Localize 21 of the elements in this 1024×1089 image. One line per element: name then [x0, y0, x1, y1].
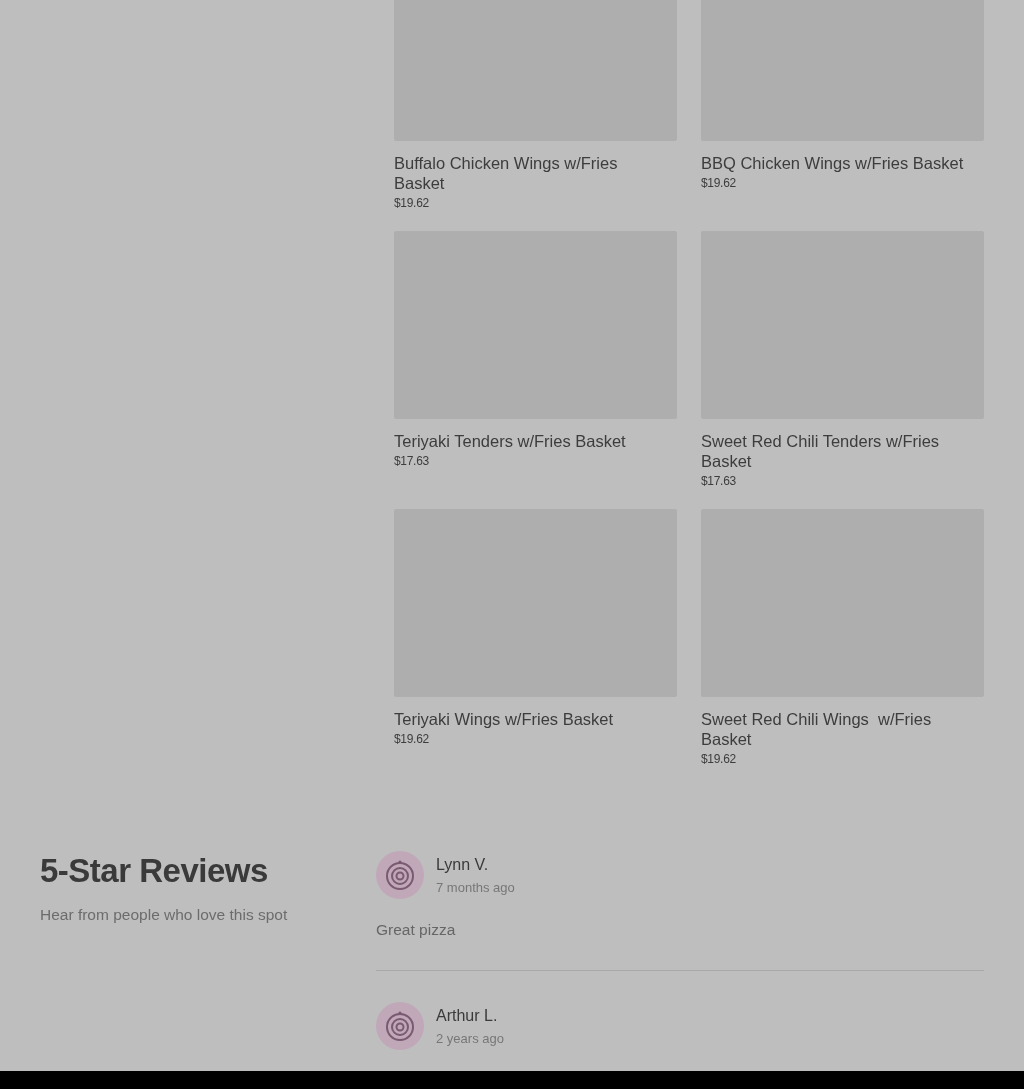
item-name: Sweet Red Chili Tenders w/Fries Basket: [701, 431, 941, 471]
item-name: Teriyaki Tenders w/Fries Basket: [394, 431, 627, 451]
section-title: 5-Star Reviews: [40, 851, 269, 891]
avatar-icon: [376, 1002, 424, 1050]
item-price: $19.62: [701, 752, 737, 766]
item-price: $19.62: [394, 732, 430, 746]
reviewer-name: Arthur L.: [436, 1006, 499, 1025]
reviewer-name: Lynn V.: [436, 855, 490, 874]
section-subtitle: Hear from people who love this spot: [40, 906, 289, 924]
item-name: BBQ Chicken Wings w/Fries Basket: [701, 153, 965, 173]
review-time: 7 months ago: [436, 879, 515, 895]
item-price: $17.63: [701, 474, 737, 488]
item-name: Buffalo Chicken Wings w/Fries Basket: [394, 153, 619, 193]
item-name: Teriyaki Wings w/Fries Basket: [394, 709, 615, 729]
item-name: Sweet Red Chili Wings w/Fries Basket: [701, 709, 933, 749]
review-time: 2 years ago: [436, 1030, 504, 1046]
item-price: $19.62: [394, 196, 430, 210]
item-price: $17.63: [394, 454, 430, 468]
review-text: Great pizza: [376, 921, 457, 939]
avatar-icon: [376, 851, 424, 899]
item-price: $19.62: [701, 176, 737, 190]
